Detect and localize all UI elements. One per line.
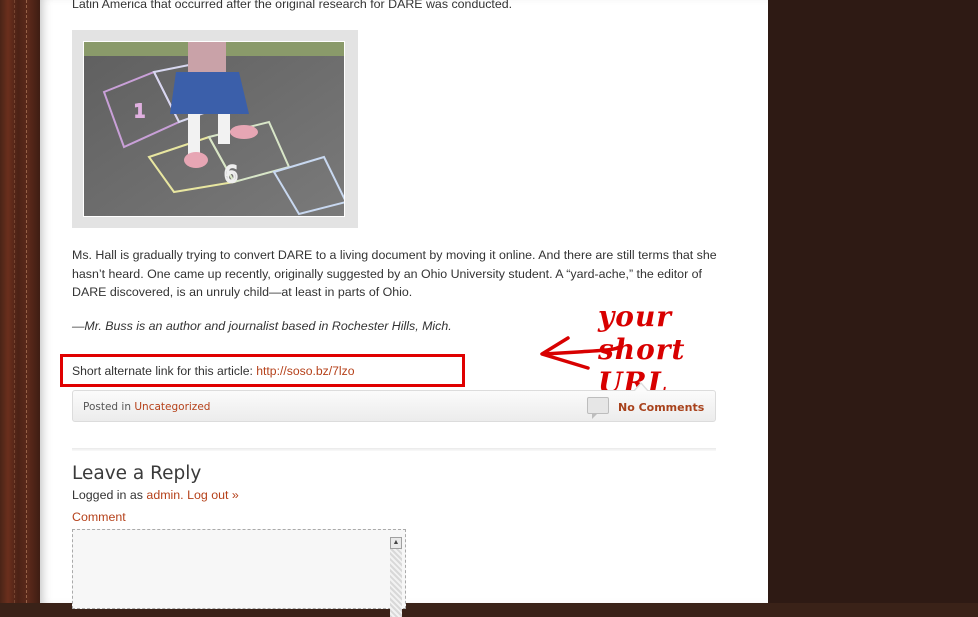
meta-notch-inner xyxy=(634,384,648,392)
article-page: Latin America that occurred after the or… xyxy=(40,0,768,617)
post-meta-bar: Posted in Uncategorized No Comments xyxy=(72,382,716,422)
textarea-scrollbar[interactable] xyxy=(390,537,402,617)
right-background xyxy=(768,0,978,603)
logout-link[interactable]: Log out » xyxy=(187,488,239,502)
svg-text:6: 6 xyxy=(224,163,238,188)
annotation-arrow-icon xyxy=(540,336,624,370)
posted-in-label: Posted in xyxy=(83,401,132,413)
stitch-line xyxy=(14,0,15,603)
article-paragraph-top: Latin America that occurred after the or… xyxy=(72,0,513,11)
scroll-up-arrow-icon[interactable]: ▲ xyxy=(390,537,402,549)
comments-link[interactable]: No Comments xyxy=(618,401,704,414)
category-link[interactable]: Uncategorized xyxy=(134,401,210,413)
author-byline: —Mr. Buss is an author and journalist ba… xyxy=(72,319,452,333)
logged-in-prefix: Logged in as xyxy=(72,488,143,502)
comment-label: Comment xyxy=(72,510,126,524)
left-leather-border xyxy=(0,0,40,603)
hopscotch-image: 6 1 xyxy=(84,42,344,216)
svg-text:1: 1 xyxy=(134,101,145,122)
username-link[interactable]: admin. xyxy=(146,488,183,502)
article-paragraph: Ms. Hall is gradually trying to convert … xyxy=(72,248,717,299)
comment-textarea[interactable]: ▲ xyxy=(72,529,406,617)
posted-in: Posted in Uncategorized xyxy=(83,401,210,413)
hopscotch-photo: 6 1 xyxy=(83,41,345,217)
logged-in-line: Logged in as admin. Log out » xyxy=(72,488,239,502)
highlight-box xyxy=(60,354,465,387)
leave-reply-heading: Leave a Reply xyxy=(72,463,202,484)
section-divider xyxy=(72,448,716,451)
article-image-frame: 6 1 xyxy=(72,30,358,228)
stitch-line xyxy=(26,0,27,603)
comment-bubble-icon xyxy=(587,397,609,419)
